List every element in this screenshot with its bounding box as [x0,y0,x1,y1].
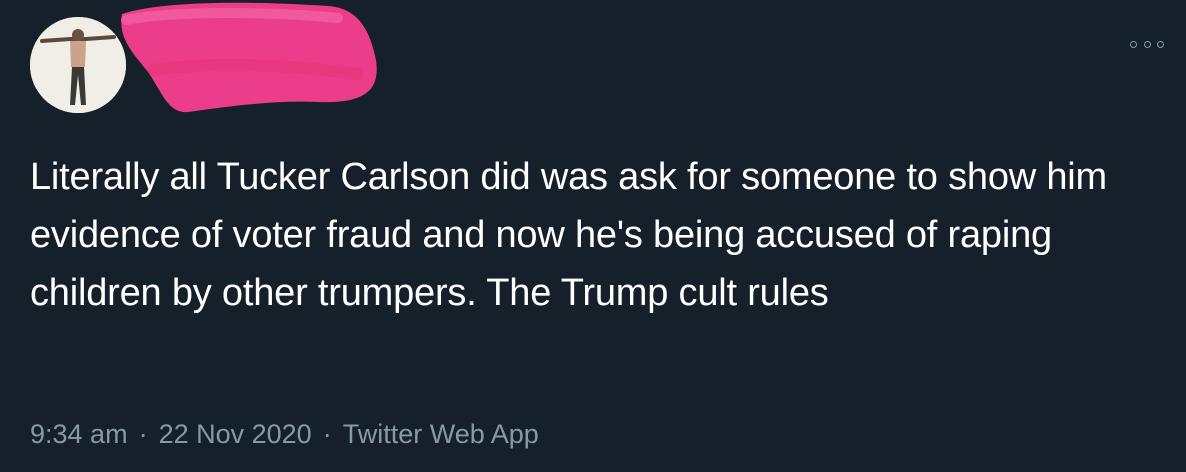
tweet-metadata: 9:34 am · 22 Nov 2020 · Twitter Web App [30,414,539,454]
dot-icon [1130,40,1137,48]
tweet-date[interactable]: 22 Nov 2020 [159,419,312,450]
avatar[interactable] [30,17,126,113]
separator: · [322,418,332,449]
dot-icon [1143,40,1151,48]
tweet-card: Literally all Tucker Carlson did was ask… [0,0,1186,472]
dot-icon [1157,40,1164,48]
more-options-icon[interactable] [1130,36,1164,52]
tweet-source[interactable]: Twitter Web App [343,419,539,450]
tweet-text: Literally all Tucker Carlson did was ask… [30,156,1107,314]
avatar-photo-icon [30,17,126,113]
separator: · [138,418,148,449]
author-name-redaction [118,0,388,120]
tweet-time[interactable]: 9:34 am [30,419,128,450]
